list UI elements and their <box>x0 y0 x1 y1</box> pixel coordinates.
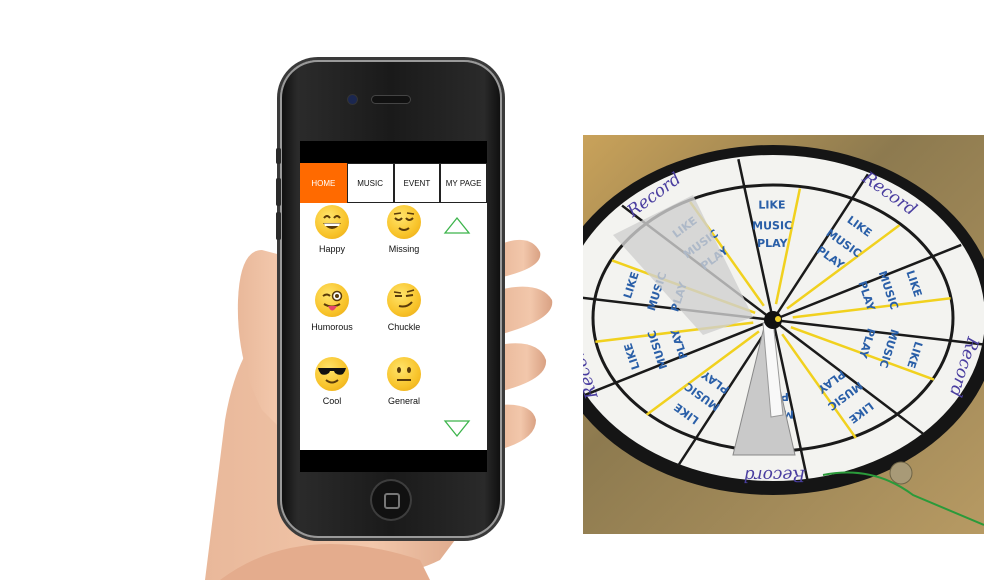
emotion-label: Missing <box>388 244 420 254</box>
hub-pin <box>775 316 781 322</box>
sensor-disc <box>889 461 913 485</box>
front-camera <box>348 95 357 104</box>
volume-down-button <box>276 212 281 240</box>
emotion-label: Chuckle <box>387 322 421 332</box>
earpiece-speaker <box>372 96 410 103</box>
phone-device: HOME MUSIC EVENT MY PAGE Happy Missing H… <box>276 60 502 538</box>
scroll-up-arrow-icon[interactable] <box>443 215 471 235</box>
tab-bar: HOME MUSIC EVENT MY PAGE <box>300 163 487 203</box>
neutral-face-icon <box>387 357 421 391</box>
sector-label-like: LIKE <box>758 198 785 211</box>
tab-home[interactable]: HOME <box>300 163 347 203</box>
volume-up-button <box>276 178 281 206</box>
wheel-drawing: PLAYMUSICLIKERecordPLAYMUSICLIKEPLAYMUSI… <box>583 145 984 526</box>
status-bar <box>300 141 487 163</box>
winking-tongue-face-icon <box>315 283 349 317</box>
emotion-humorous[interactable]: Humorous <box>302 283 362 332</box>
tab-music[interactable]: MUSIC <box>346 163 394 203</box>
tab-home-label: HOME <box>311 178 336 188</box>
grinning-face-icon <box>315 205 349 239</box>
sector-label-music: MUSIC <box>752 219 792 232</box>
emotion-chuckle[interactable]: Chuckle <box>374 283 434 332</box>
mute-switch <box>276 148 281 164</box>
sunglasses-face-icon <box>315 357 349 391</box>
tab-event-label: EVENT <box>403 178 431 188</box>
emotion-cool[interactable]: Cool <box>302 357 362 406</box>
tab-event[interactable]: EVENT <box>393 163 441 203</box>
app-screen: HOME MUSIC EVENT MY PAGE Happy Missing H… <box>300 141 487 472</box>
emotion-missing[interactable]: Missing <box>374 205 434 254</box>
tab-my-page-label: MY PAGE <box>445 178 482 188</box>
tab-music-label: MUSIC <box>357 178 384 188</box>
emotion-grid: Happy Missing Humorous Chuckle Cool Gene… <box>300 203 487 448</box>
sector-label-play: PLAY <box>757 237 789 250</box>
smirking-face-icon <box>387 283 421 317</box>
relieved-face-icon <box>387 205 421 239</box>
emotion-label: Humorous <box>311 322 353 332</box>
sector-label-record: Record <box>743 465 806 485</box>
bottom-bar <box>300 450 487 472</box>
emotion-label: General <box>387 396 421 406</box>
emotion-label: Happy <box>318 244 345 254</box>
scroll-down-arrow-icon[interactable] <box>443 419 471 439</box>
emotion-happy[interactable]: Happy <box>302 205 362 254</box>
tab-my-page[interactable]: MY PAGE <box>440 163 487 203</box>
spinning-wheel-photo: PLAYMUSICLIKERecordPLAYMUSICLIKEPLAYMUSI… <box>583 135 984 534</box>
emotion-label: Cool <box>322 396 342 406</box>
home-button <box>372 481 410 519</box>
emotion-general[interactable]: General <box>374 357 434 406</box>
